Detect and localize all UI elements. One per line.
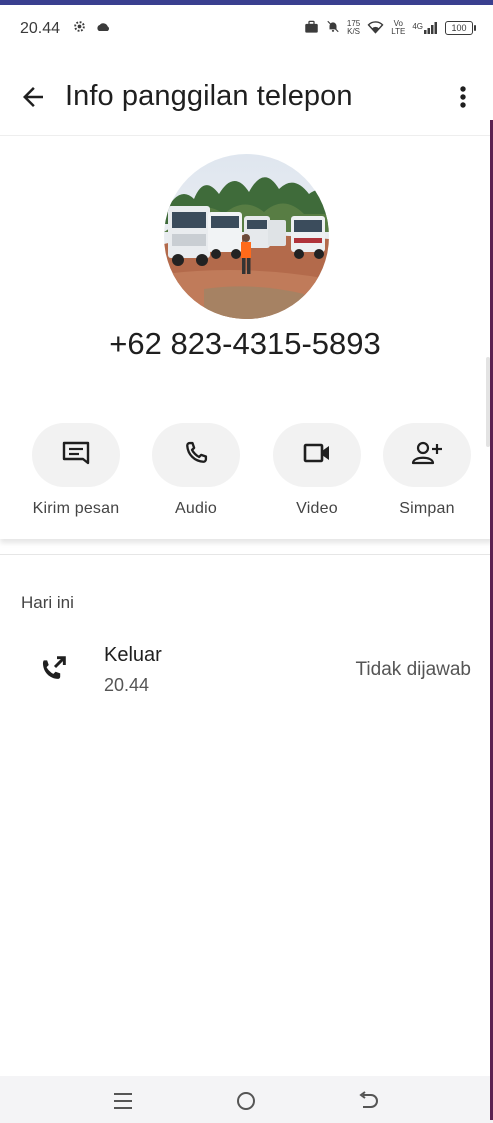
section-divider (0, 554, 493, 555)
audio-call-button[interactable]: Audio (141, 423, 251, 518)
call-time: 20.44 (104, 675, 150, 695)
back-arrow-icon[interactable] (18, 82, 48, 112)
mute-bell-icon (326, 19, 340, 36)
call-status: Tidak dijawab (355, 659, 471, 680)
volte-bottom: LTE (391, 26, 406, 36)
outgoing-call-icon (37, 653, 69, 685)
action-row: Kirim pesan Audio Video Simpan (0, 423, 493, 523)
video-call-button[interactable]: Video (262, 423, 372, 518)
briefcase-icon (304, 20, 319, 36)
settings-gear-icon (72, 19, 87, 39)
audio-call-label: Audio (175, 500, 217, 517)
save-contact-label: Simpan (399, 500, 455, 517)
phone-icon (182, 439, 210, 472)
contact-phone-number: +62 823-4315-5893 (109, 326, 381, 361)
send-message-button[interactable]: Kirim pesan (21, 423, 131, 518)
contact-avatar[interactable] (164, 154, 329, 319)
contact-header-card: +62 823-4315-5893 Kirim pesan Audio Vide… (0, 136, 493, 539)
cloud-icon (95, 20, 111, 38)
battery-icon: 100 (445, 20, 476, 35)
send-message-label: Kirim pesan (32, 500, 120, 517)
phone-frame: 20.44 175 K/S Vo LTE 4G 100 Info panggil… (0, 0, 493, 1123)
save-contact-button[interactable]: Simpan (372, 423, 482, 518)
videocam-icon (302, 441, 332, 470)
back-nav-icon[interactable] (355, 1090, 385, 1116)
volte-indicator: Vo LTE (391, 19, 406, 36)
history-section-title: Hari ini (21, 593, 74, 612)
network-type: 4G (412, 21, 423, 31)
call-history-row[interactable]: Keluar 20.44 Tidak dijawab (0, 637, 493, 707)
call-type: Keluar (104, 644, 162, 666)
message-icon (61, 440, 91, 471)
system-nav-bar (0, 1076, 493, 1123)
data-speed: 175 K/S (347, 19, 361, 36)
video-call-pill[interactable] (273, 423, 361, 487)
status-time: 20.44 (20, 20, 61, 37)
more-options-icon[interactable] (453, 83, 473, 113)
recent-apps-icon[interactable] (110, 1090, 140, 1116)
wifi-icon (367, 20, 384, 36)
signal-icon: 4G (412, 21, 438, 34)
add-person-icon (411, 440, 443, 471)
app-bar: Info panggilan telepon (0, 60, 493, 136)
save-contact-pill[interactable] (383, 423, 471, 487)
home-icon[interactable] (233, 1090, 263, 1116)
audio-call-pill[interactable] (152, 423, 240, 487)
screen: 20.44 175 K/S Vo LTE 4G 100 Info panggil… (0, 5, 493, 1123)
page-title: Info panggilan telepon (65, 80, 353, 112)
video-call-label: Video (296, 500, 338, 517)
speed-unit: K/S (347, 26, 361, 36)
status-bar: 20.44 175 K/S Vo LTE 4G 100 (0, 5, 493, 55)
send-message-pill[interactable] (32, 423, 120, 487)
